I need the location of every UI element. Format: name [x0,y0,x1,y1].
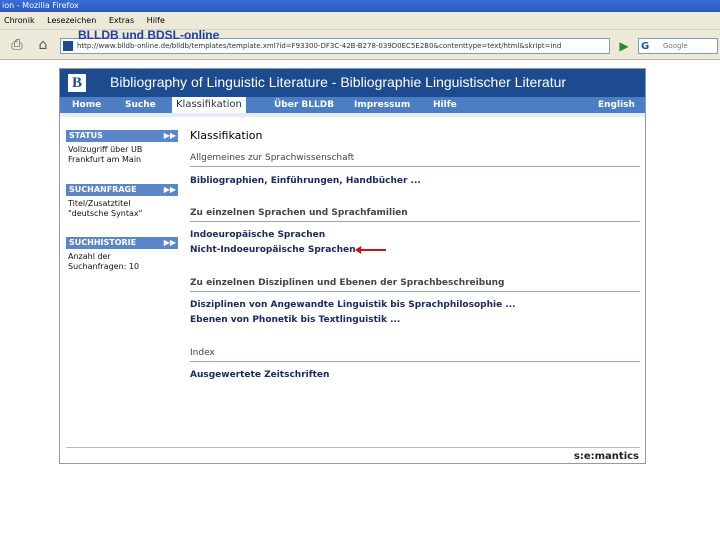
section-index[interactable]: Index [190,348,215,358]
site-logo-icon[interactable]: B [68,74,86,92]
menu-chronik[interactable]: Chronik [4,16,35,25]
address-url: http://www.blldb-online.de/blldb/templat… [77,42,562,50]
link-nicht-indoeuropaeisch[interactable]: Nicht-Indoeuropäische Sprachen [190,245,356,255]
site-favicon-icon [63,41,73,51]
go-icon[interactable]: ▶ [616,38,632,54]
web-page: B Bibliography of Linguistic Literature … [59,68,646,464]
suchhistorie-heading: SUCHHISTORIE ▶▶ [66,237,178,249]
link-indoeuropaeisch[interactable]: Indoeuropäische Sprachen [190,230,325,240]
status-text: Vollzugriff über UB Frankfurt am Main [68,145,143,164]
home-icon[interactable]: ⌂ [34,36,52,54]
window-title: ion - Mozilla Firefox [2,1,79,10]
page-title: Klassifikation [190,129,263,142]
suchanfrage-text: Titel/Zusatztitel "deutsche Syntax" [68,199,143,218]
menu-extras[interactable]: Extras [109,16,134,25]
window-titlebar: ion - Mozilla Firefox [0,0,720,12]
nav-english[interactable]: English [598,97,635,113]
section-sprachen: Zu einzelnen Sprachen und Sprachfamilien [190,208,408,218]
section-disziplinen: Zu einzelnen Disziplinen und Ebenen der … [190,278,505,288]
footer-divider [66,447,640,448]
google-icon: G [641,41,650,52]
link-ebenen[interactable]: Ebenen von Phonetik bis Textlinguistik .… [190,315,400,325]
section-allgemeines[interactable]: Allgemeines zur Sprachwissenschaft [190,153,354,163]
site-header: B Bibliography of Linguistic Literature … [60,69,645,97]
menu-lesezeichen[interactable]: Lesezeichen [47,16,96,25]
divider [190,166,640,167]
overlay-title: BLLDB und BDSL-online [78,28,220,42]
double-arrow-icon: ▶▶ [163,131,176,140]
nav-impressum[interactable]: Impressum [354,97,410,113]
nav-suche[interactable]: Suche [125,97,156,113]
double-arrow-icon: ▶▶ [163,185,176,194]
menu-hilfe[interactable]: Hilfe [147,16,165,25]
semantics-logo[interactable]: s:e:mantics [574,451,639,462]
site-nav: Home Suche Klassifikation Über BLLDB Imp… [60,97,645,113]
suchhistorie-text: Anzahl der Suchanfragen: 10 [68,252,140,271]
divider [190,221,640,222]
status-heading: STATUS ▶▶ [66,130,178,142]
nav-klassifikation[interactable]: Klassifikation [172,97,246,113]
print-icon[interactable]: ⎙ [8,36,26,54]
suchanfrage-heading: SUCHANFRAGE ▶▶ [66,184,178,196]
search-placeholder: Google [663,42,688,50]
link-bibliographien[interactable]: Bibliographien, Einführungen, Handbücher… [190,176,421,186]
site-title: Bibliography of Linguistic Literature - … [110,74,567,90]
nav-hilfe[interactable]: Hilfe [433,97,457,113]
divider [190,361,640,362]
divider [190,291,640,292]
search-box[interactable]: G Google [638,38,718,54]
nav-home[interactable]: Home [72,97,101,113]
nav-underband [60,113,645,117]
link-zeitschriften[interactable]: Ausgewertete Zeitschriften [190,370,329,380]
nav-ueber[interactable]: Über BLLDB [274,97,334,113]
red-arrow-icon [355,246,386,254]
double-arrow-icon: ▶▶ [163,238,176,247]
link-disziplinen[interactable]: Disziplinen von Angewandte Linguistik bi… [190,300,516,310]
